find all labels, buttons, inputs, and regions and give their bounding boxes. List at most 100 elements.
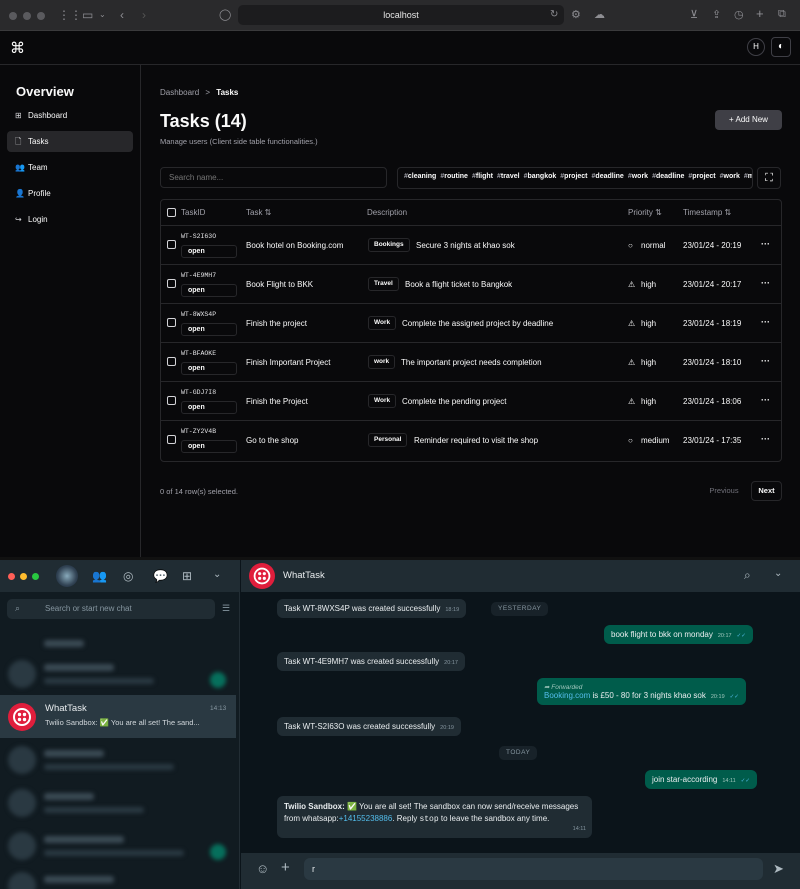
attach-plus-icon[interactable]: + xyxy=(281,859,290,876)
row-actions-icon[interactable]: ··· xyxy=(761,304,770,341)
previous-page-button[interactable]: Previous xyxy=(702,481,746,501)
message-outgoing[interactable]: book flight to bkk on monday 20:17 ✓✓ xyxy=(604,625,753,644)
chat-list-item[interactable] xyxy=(0,738,236,781)
history-icon[interactable]: ◷ xyxy=(734,8,744,21)
row-checkbox[interactable] xyxy=(167,279,176,288)
tag-filter-list[interactable]: #cleaning #routine #flight #travel #bangkok #… xyxy=(397,167,753,189)
row-checkbox[interactable] xyxy=(167,240,176,249)
reload-icon[interactable]: ↻ xyxy=(550,9,558,20)
message-link[interactable]: Booking.com xyxy=(544,691,590,700)
table-row[interactable]: WT-GDJ7I8 open Finish the Project Work Compl… xyxy=(161,381,781,420)
select-all-checkbox[interactable] xyxy=(167,208,176,217)
address-bar[interactable]: localhost xyxy=(238,5,564,25)
row-actions-icon[interactable]: ··· xyxy=(761,421,770,458)
message-incoming-sandbox[interactable]: Twilio Sandbox: ✅ You are all set! The s… xyxy=(277,796,592,838)
sidebar-item-tasks[interactable]: 🗋 Tasks xyxy=(7,131,133,152)
chat-list-item[interactable] xyxy=(0,652,236,695)
chat-list-item-whattask[interactable]: WhatTask 14:13 Twilio Sandbox: ✅ You are… xyxy=(0,695,236,738)
new-chat-icon[interactable]: ⊞ xyxy=(182,569,192,583)
table-row[interactable]: WT-8WXS4P open Finish the project Work Compl… xyxy=(161,303,781,342)
add-new-button[interactable]: + Add New xyxy=(715,110,782,130)
gear-icon[interactable]: ⚙ xyxy=(571,8,581,21)
zoom-window-button[interactable] xyxy=(37,12,45,20)
expand-icon[interactable]: ⛶ xyxy=(757,167,781,189)
message-incoming[interactable]: Task WT-8WXS4P was created successfully 1… xyxy=(277,599,467,618)
chevron-down-icon[interactable]: ⌄ xyxy=(213,569,221,580)
command-logo-icon[interactable]: ⌘ xyxy=(10,39,25,57)
message-input[interactable]: r xyxy=(304,858,763,880)
message-incoming[interactable]: Task WT-S2I63O was created successfully 2… xyxy=(277,717,461,736)
row-actions-icon[interactable]: ··· xyxy=(761,265,770,302)
table-row[interactable]: WT-BFAOKE open Finish Important Project wor… xyxy=(161,342,781,381)
message-incoming[interactable]: Task WT-4E9MH7 was created successfully 2… xyxy=(277,652,465,671)
sidebar-toggle-icon[interactable]: ▭ xyxy=(82,8,93,22)
emoji-icon[interactable]: ☺ xyxy=(256,861,269,876)
tag-chip[interactable]: #work xyxy=(628,173,648,180)
message-outgoing[interactable]: join star-according 14:11 ✓✓ xyxy=(645,770,757,789)
tag-chip[interactable]: #deadline xyxy=(652,173,684,180)
profile-avatar[interactable] xyxy=(56,565,78,587)
breadcrumb-dashboard[interactable]: Dashboard xyxy=(160,88,199,97)
share-icon[interactable]: ⇪ xyxy=(712,8,721,21)
row-checkbox[interactable] xyxy=(167,318,176,327)
send-icon[interactable]: ➤ xyxy=(773,861,784,877)
new-tab-icon[interactable]: + xyxy=(756,6,764,21)
tag-chip[interactable]: #project xyxy=(688,173,715,180)
row-checkbox[interactable] xyxy=(167,435,176,444)
cloud-icon[interactable]: ☁ xyxy=(594,8,605,21)
tabs-overview-icon[interactable]: ⧉ xyxy=(778,8,786,21)
column-header-task[interactable]: Task ⇅ xyxy=(246,200,271,225)
column-header-priority[interactable]: Priority ⇅ xyxy=(628,200,662,225)
tag-chip[interactable]: #flight xyxy=(472,173,493,180)
channels-icon[interactable]: 💬 xyxy=(153,569,168,583)
privacy-icon[interactable]: ◯ xyxy=(219,8,231,21)
search-icon[interactable]: ⌕ xyxy=(744,568,751,583)
minimize-window-button[interactable] xyxy=(23,12,31,20)
avatar[interactable]: H xyxy=(747,38,765,56)
twilio-avatar[interactable] xyxy=(249,563,275,589)
chat-list-item[interactable] xyxy=(0,824,236,867)
row-checkbox[interactable] xyxy=(167,396,176,405)
search-input[interactable] xyxy=(160,167,387,188)
chat-list-item[interactable] xyxy=(0,781,236,824)
tag-chip[interactable]: #work xyxy=(720,173,740,180)
sidebar-item-login[interactable]: ↪ Login xyxy=(7,209,133,230)
row-checkbox[interactable] xyxy=(167,357,176,366)
status-icon[interactable]: ◎ xyxy=(123,569,133,583)
minimize-window-button[interactable] xyxy=(20,573,27,580)
table-row[interactable]: WT-4E9MH7 open Book Flight to BKK Travel Boo… xyxy=(161,264,781,303)
close-window-button[interactable] xyxy=(8,573,15,580)
sidebar-item-team[interactable]: 👥 Team xyxy=(7,157,133,178)
chevron-down-icon[interactable]: ⌄ xyxy=(99,10,106,19)
back-icon[interactable]: ‹ xyxy=(120,8,124,22)
tag-chip[interactable]: #travel xyxy=(497,173,520,180)
row-actions-icon[interactable]: ··· xyxy=(761,226,770,263)
phone-link[interactable]: +14155238886 xyxy=(339,814,393,823)
next-page-button[interactable]: Next xyxy=(751,481,782,501)
tag-chip[interactable]: #routine xyxy=(440,173,468,180)
chat-list-item[interactable] xyxy=(0,864,236,889)
message-outgoing-forwarded[interactable]: ➦ Forwarded Booking.com is £50 - 80 for … xyxy=(537,678,746,705)
download-icon[interactable]: ⊻ xyxy=(690,8,698,21)
zoom-window-button[interactable] xyxy=(32,573,39,580)
tag-chip[interactable]: #cleaning xyxy=(404,173,436,180)
tag-chip[interactable]: #project xyxy=(560,173,587,180)
forward-icon[interactable]: › xyxy=(142,8,146,22)
chevron-down-icon[interactable]: ⌄ xyxy=(774,568,782,579)
row-actions-icon[interactable]: ··· xyxy=(761,343,770,380)
communities-icon[interactable]: 👥 xyxy=(92,569,107,583)
tag-chip[interactable]: #mechanic xyxy=(744,173,752,180)
column-header-timestamp[interactable]: Timestamp ⇅ xyxy=(683,200,731,225)
chat-search-input[interactable]: Search or start new chat xyxy=(7,599,215,619)
tag-chip[interactable]: #bangkok xyxy=(524,173,557,180)
grid-icon[interactable]: ⋮⋮ xyxy=(58,8,82,22)
table-row[interactable]: WT-ZY2V4B open Go to the shop Personal Remin… xyxy=(161,420,781,459)
theme-toggle-icon[interactable]: ◐ xyxy=(771,37,791,57)
table-row[interactable]: WT-S2I63O open Book hotel on Booking.com Bo… xyxy=(161,225,781,264)
close-window-button[interactable] xyxy=(9,12,17,20)
sidebar-item-profile[interactable]: 👤 Profile xyxy=(7,183,133,204)
filter-icon[interactable]: ☰ xyxy=(222,603,230,614)
tag-chip[interactable]: #deadline xyxy=(592,173,624,180)
row-actions-icon[interactable]: ··· xyxy=(761,382,770,419)
sidebar-item-dashboard[interactable]: ⊞ Dashboard xyxy=(7,105,133,126)
